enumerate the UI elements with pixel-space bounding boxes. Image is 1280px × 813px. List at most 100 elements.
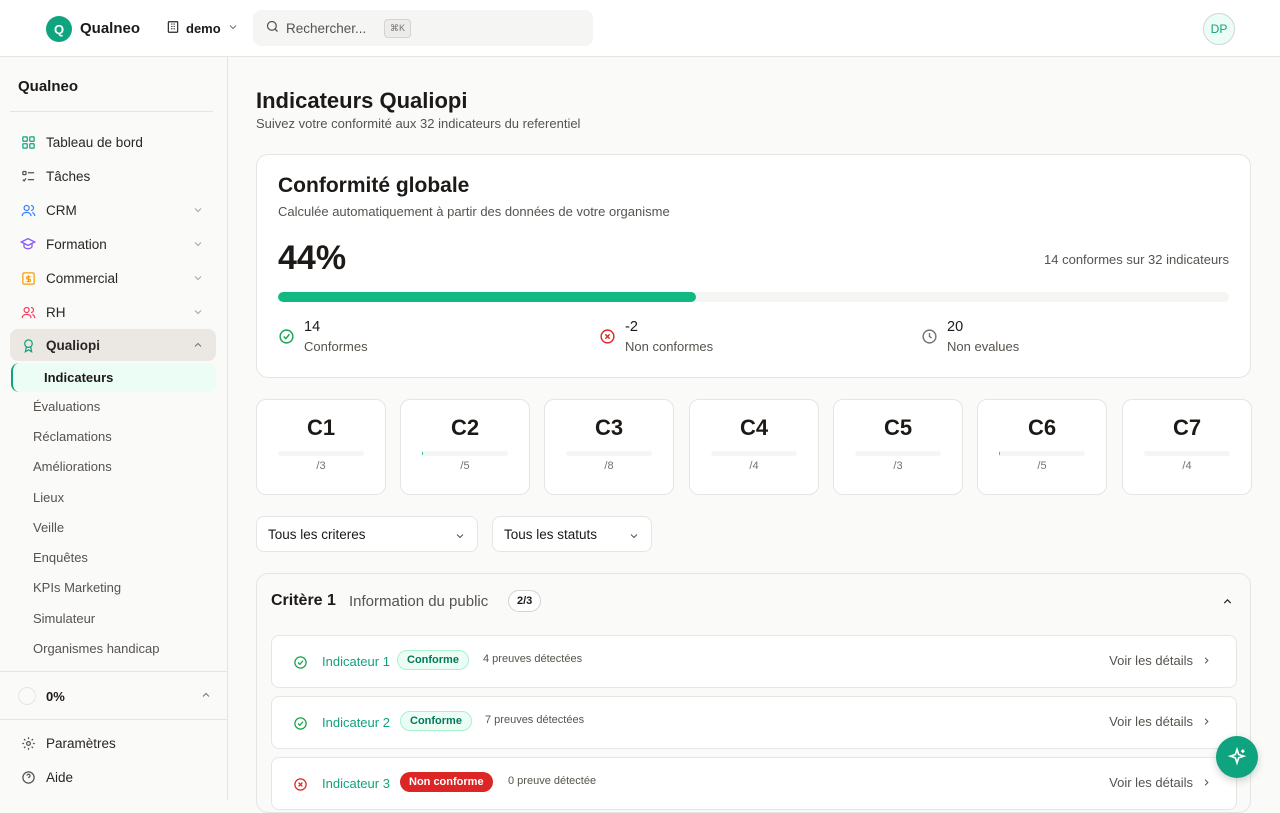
section-title[interactable]: Critère 1 <box>271 592 336 610</box>
sidebar-item-label: Qualiopi <box>46 337 100 353</box>
chevron-right-icon <box>1204 779 1209 786</box>
details-label: Voir les détails <box>1109 714 1193 729</box>
indicator-row[interactable]: Indicateur 3 Non conforme 0 preuve détec… <box>271 757 1237 810</box>
indicator-row[interactable]: Indicateur 2 Conforme 7 preuves détectée… <box>271 696 1237 749</box>
criteria-detail: /5 <box>1037 460 1047 472</box>
search-input[interactable] <box>286 20 381 36</box>
criteria-progress-bar <box>278 451 364 456</box>
people-icon <box>20 304 36 320</box>
sidebar-item-parametres[interactable]: Paramètres <box>10 727 216 759</box>
section-name: Information du public <box>349 593 489 610</box>
chevron-up-icon[interactable] <box>1221 595 1234 611</box>
sidebar-subitem-kpis-marketing[interactable]: KPIs Marketing <box>33 580 121 595</box>
criteria-filter-select[interactable]: Tous les criteres <box>256 516 478 552</box>
chevron-down-icon <box>192 238 204 253</box>
chevron-down-icon <box>454 530 466 545</box>
sidebar-item-qualiopi[interactable]: Qualiopi <box>10 329 216 361</box>
avatar[interactable]: DP <box>1203 13 1235 45</box>
sidebar-divider <box>10 111 213 112</box>
check-circle-icon <box>293 655 308 673</box>
shortcut-hint: ⌘K <box>384 18 412 38</box>
workspace-name: demo <box>186 21 221 36</box>
criteria-detail: /3 <box>893 460 903 472</box>
stat-value: 14 <box>304 319 321 335</box>
sidebar-item-tasks[interactable]: Tâches <box>10 160 216 192</box>
sidebar-item-rh[interactable]: RH <box>10 296 216 328</box>
sidebar-subitem-lieux[interactable]: Lieux <box>33 490 64 505</box>
indicator-name[interactable]: Indicateur 2 <box>322 715 390 730</box>
sidebar-subitem-reclamations[interactable]: Réclamations <box>33 429 112 444</box>
criteria-progress-fill <box>999 451 1000 456</box>
status-badge: Non conforme <box>400 772 493 792</box>
app-name[interactable]: Qualneo <box>80 20 140 37</box>
chevron-down-icon <box>628 530 640 545</box>
tasks-icon <box>20 168 36 184</box>
criteria-card-c6[interactable]: C6 /5 <box>977 399 1107 495</box>
status-filter-select[interactable]: Tous les statuts <box>492 516 652 552</box>
sidebar-subitem-enquetes[interactable]: Enquêtes <box>33 550 88 565</box>
ai-assistant-button[interactable] <box>1216 736 1258 778</box>
chevron-down-icon <box>192 306 204 321</box>
sidebar-subitem-veille[interactable]: Veille <box>33 520 64 535</box>
sidebar-item-commercial[interactable]: Commercial <box>10 262 216 294</box>
sidebar-item-label: Aide <box>46 769 74 785</box>
criteria-card-c5[interactable]: C5 /3 <box>833 399 963 495</box>
sidebar-item-aide[interactable]: Aide <box>10 761 216 793</box>
page-title: Indicateurs Qualiopi <box>256 88 468 113</box>
sidebar-subitem-simulateur[interactable]: Simulateur <box>33 611 95 626</box>
criteria-detail: /4 <box>1182 460 1192 472</box>
search-box[interactable]: ⌘K <box>253 10 593 46</box>
criteria-card-c7[interactable]: C7 /4 <box>1122 399 1252 495</box>
criteria-card-c1[interactable]: C1 /3 <box>256 399 386 495</box>
global-progress-bar <box>278 292 1229 302</box>
criteria-code: C6 <box>1027 415 1057 440</box>
commercial-icon <box>20 270 36 286</box>
criteria-detail: /5 <box>460 460 470 472</box>
sidebar-item-dashboard[interactable]: Tableau de bord <box>10 126 216 158</box>
indicator-proofs: 0 preuve détectée <box>508 775 597 787</box>
sidebar-brand: Qualneo <box>18 78 79 95</box>
sidebar-subitem-ameliorations[interactable]: Améliorations <box>33 459 112 474</box>
status-badge: Conforme <box>397 650 469 670</box>
details-link[interactable]: Voir les détails <box>1109 653 1212 668</box>
sidebar-item-crm[interactable]: CRM <box>10 194 216 226</box>
status-badge: Conforme <box>400 711 472 731</box>
chevron-up-icon <box>200 689 212 704</box>
logo-icon[interactable]: Q <box>46 16 72 42</box>
global-compliance-card: Conformité globale Calculée automatiquem… <box>256 154 1251 378</box>
criteria-detail: /8 <box>604 460 614 472</box>
indicator-row[interactable]: Indicateur 1 Conforme 4 preuves détectée… <box>271 635 1237 688</box>
criteria-progress-bar <box>711 451 797 456</box>
details-link[interactable]: Voir les détails <box>1109 775 1212 790</box>
criteria-card-c3[interactable]: C3 /8 <box>544 399 674 495</box>
sidebar-item-label: Tableau de bord <box>46 134 143 150</box>
sidebar-item-label: CRM <box>46 202 77 218</box>
dashboard-icon <box>20 134 36 150</box>
criteria-card-c2[interactable]: C2 /5 <box>400 399 530 495</box>
x-circle-icon <box>293 777 308 795</box>
chevron-down-icon <box>192 204 204 219</box>
criteria-card-c4[interactable]: C4 /4 <box>689 399 819 495</box>
criteria-code: C5 <box>883 415 913 440</box>
status-filter-value: Tous les statuts <box>504 526 598 542</box>
sidebar-subitem-evaluations[interactable]: Évaluations <box>33 399 100 414</box>
details-link[interactable]: Voir les détails <box>1109 714 1212 729</box>
sidebar-divider <box>0 719 227 720</box>
sidebar-subitem-organismes-handicap[interactable]: Organismes handicap <box>33 641 159 656</box>
sidebar-item-formation[interactable]: Formation <box>10 228 216 260</box>
indicator-name[interactable]: Indicateur 1 <box>322 654 390 669</box>
sidebar-item-label: Commercial <box>46 270 119 286</box>
stat-value: 20 <box>947 319 964 335</box>
chevron-down-icon <box>192 272 204 287</box>
workspace-switcher[interactable]: demo <box>166 20 239 37</box>
progress-ring-icon <box>18 687 36 705</box>
criteria-progress-bar <box>1144 451 1230 456</box>
chevron-up-icon <box>192 339 204 354</box>
graduation-cap-icon <box>20 236 36 252</box>
criteria-progress-bar <box>855 451 941 456</box>
indicator-name[interactable]: Indicateur 3 <box>322 776 390 791</box>
stat-label: Non conformes <box>625 339 714 354</box>
stat-label: Conformes <box>304 339 368 354</box>
onboarding-progress[interactable]: 0% <box>18 687 212 705</box>
sidebar-subitem-indicateurs[interactable]: Indicateurs <box>11 363 216 392</box>
